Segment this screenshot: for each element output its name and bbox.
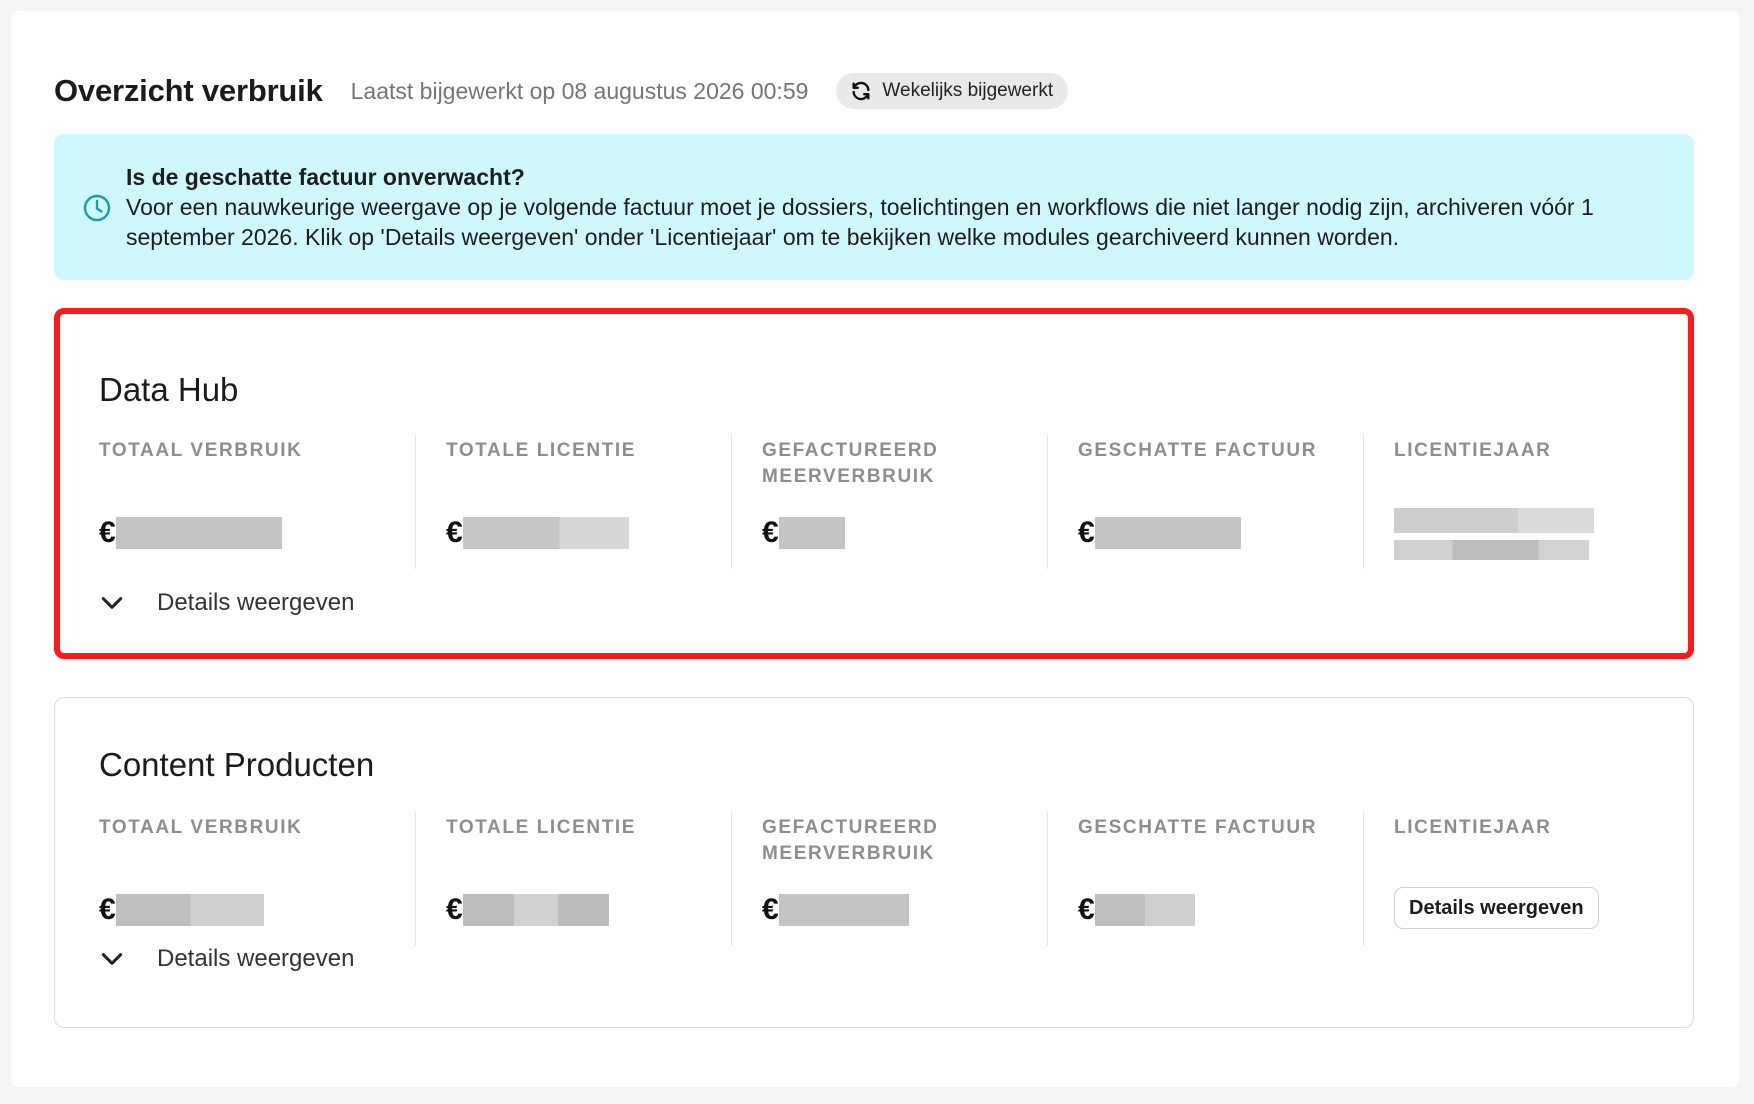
- metric-estimated-invoice: GESCHATTE FACTUUR €: [1047, 811, 1363, 946]
- card-title: Content Producten: [99, 746, 375, 783]
- currency-symbol: €: [446, 893, 463, 926]
- metric-total-usage: TOTAAL VERBRUIK €: [99, 811, 415, 946]
- metric-total-license: TOTALE LICENTIE €: [415, 434, 731, 569]
- currency-symbol: €: [1078, 893, 1095, 926]
- redacted-value: [778, 517, 845, 549]
- show-details-toggle[interactable]: Details weergeven: [99, 945, 354, 973]
- metric-billed-overage: GEFACTUREERD MEERVERBRUIK €: [731, 434, 1047, 569]
- page-title: Overzicht verbruik: [54, 73, 323, 108]
- card-title: Data Hub: [99, 371, 239, 408]
- badge-label: Wekelijks bijgewerkt: [882, 80, 1054, 101]
- metric-value: €: [1078, 893, 1195, 927]
- content-products-card: Content Producten TOTAAL VERBRUIK € TOTA…: [54, 697, 1694, 1028]
- metrics-row: TOTAAL VERBRUIK € TOTALE LICENTIE € GEFA…: [99, 434, 1679, 569]
- redacted-value: [778, 894, 909, 926]
- alert-body: Voor een nauwkeurige weergave op je volg…: [126, 194, 1594, 250]
- metric-value: €: [762, 893, 909, 927]
- page-header: Overzicht verbruik Laatst bijgewerkt op …: [54, 67, 1069, 115]
- metric-label: TOTALE LICENTIE: [446, 440, 637, 461]
- details-label: Details weergeven: [157, 945, 355, 972]
- metric-label: LICENTIEJAAR: [1394, 817, 1552, 838]
- metric-total-license: TOTALE LICENTIE €: [415, 811, 731, 946]
- metric-label: GESCHATTE FACTUUR: [1078, 817, 1318, 838]
- info-alert: Is de geschatte factuur onverwacht? Voor…: [54, 134, 1694, 280]
- refresh-icon: [852, 81, 870, 101]
- update-frequency-badge: Wekelijks bijgewerkt: [836, 73, 1069, 109]
- redacted-value: [115, 894, 264, 926]
- redacted-value: [462, 517, 629, 549]
- chevron-down-icon: [101, 597, 123, 609]
- metric-total-usage: TOTAAL VERBRUIK €: [99, 434, 415, 569]
- metric-label: GESCHATTE FACTUUR: [1078, 440, 1318, 461]
- data-hub-card: Data Hub TOTAAL VERBRUIK € TOTALE LICENT…: [54, 308, 1694, 659]
- redacted-value: [115, 517, 282, 549]
- currency-symbol: €: [762, 893, 779, 926]
- metric-label: TOTAAL VERBRUIK: [99, 440, 303, 461]
- details-label: Details weergeven: [157, 589, 355, 616]
- redacted-value: [1094, 894, 1195, 926]
- metric-license-year: LICENTIEJAAR: [1363, 434, 1679, 569]
- currency-symbol: €: [99, 893, 116, 926]
- metrics-row: TOTAAL VERBRUIK € TOTALE LICENTIE € GEFA…: [99, 811, 1679, 946]
- metric-value: €: [446, 893, 609, 927]
- license-year-details-button[interactable]: Details weergeven: [1394, 887, 1599, 929]
- metric-label: TOTAAL VERBRUIK: [99, 817, 303, 838]
- clock-icon: [83, 194, 111, 222]
- alert-title: Is de geschatte factuur onverwacht?: [126, 164, 525, 190]
- metric-billed-overage: GEFACTUREERD MEERVERBRUIK €: [731, 811, 1047, 946]
- metric-label: GEFACTUREERD MEERVERBRUIK: [762, 440, 939, 487]
- metric-label: TOTALE LICENTIE: [446, 817, 637, 838]
- show-details-toggle[interactable]: Details weergeven: [99, 589, 354, 617]
- currency-symbol: €: [99, 516, 116, 549]
- metric-label: LICENTIEJAAR: [1394, 440, 1552, 461]
- redacted-value: [462, 894, 609, 926]
- metric-value: €: [99, 893, 264, 927]
- redacted-value: [1094, 517, 1241, 549]
- redacted-license-year: [1394, 508, 1594, 560]
- metric-value: €: [99, 516, 282, 550]
- last-updated-text: Laatst bijgewerkt op 08 augustus 2026 00…: [350, 77, 809, 104]
- currency-symbol: €: [446, 516, 463, 549]
- metric-estimated-invoice: GESCHATTE FACTUUR €: [1047, 434, 1363, 569]
- metric-value: €: [446, 516, 629, 550]
- chevron-down-icon: [101, 953, 123, 965]
- currency-symbol: €: [762, 516, 779, 549]
- metric-value: €: [1078, 516, 1241, 550]
- usage-overview-page: Overzicht verbruik Laatst bijgewerkt op …: [11, 11, 1739, 1087]
- metric-label: GEFACTUREERD MEERVERBRUIK: [762, 817, 939, 864]
- alert-text: Is de geschatte factuur onverwacht? Voor…: [126, 162, 1666, 252]
- metric-license-year: LICENTIEJAAR Details weergeven: [1363, 811, 1679, 946]
- currency-symbol: €: [1078, 516, 1095, 549]
- metric-value: €: [762, 516, 845, 550]
